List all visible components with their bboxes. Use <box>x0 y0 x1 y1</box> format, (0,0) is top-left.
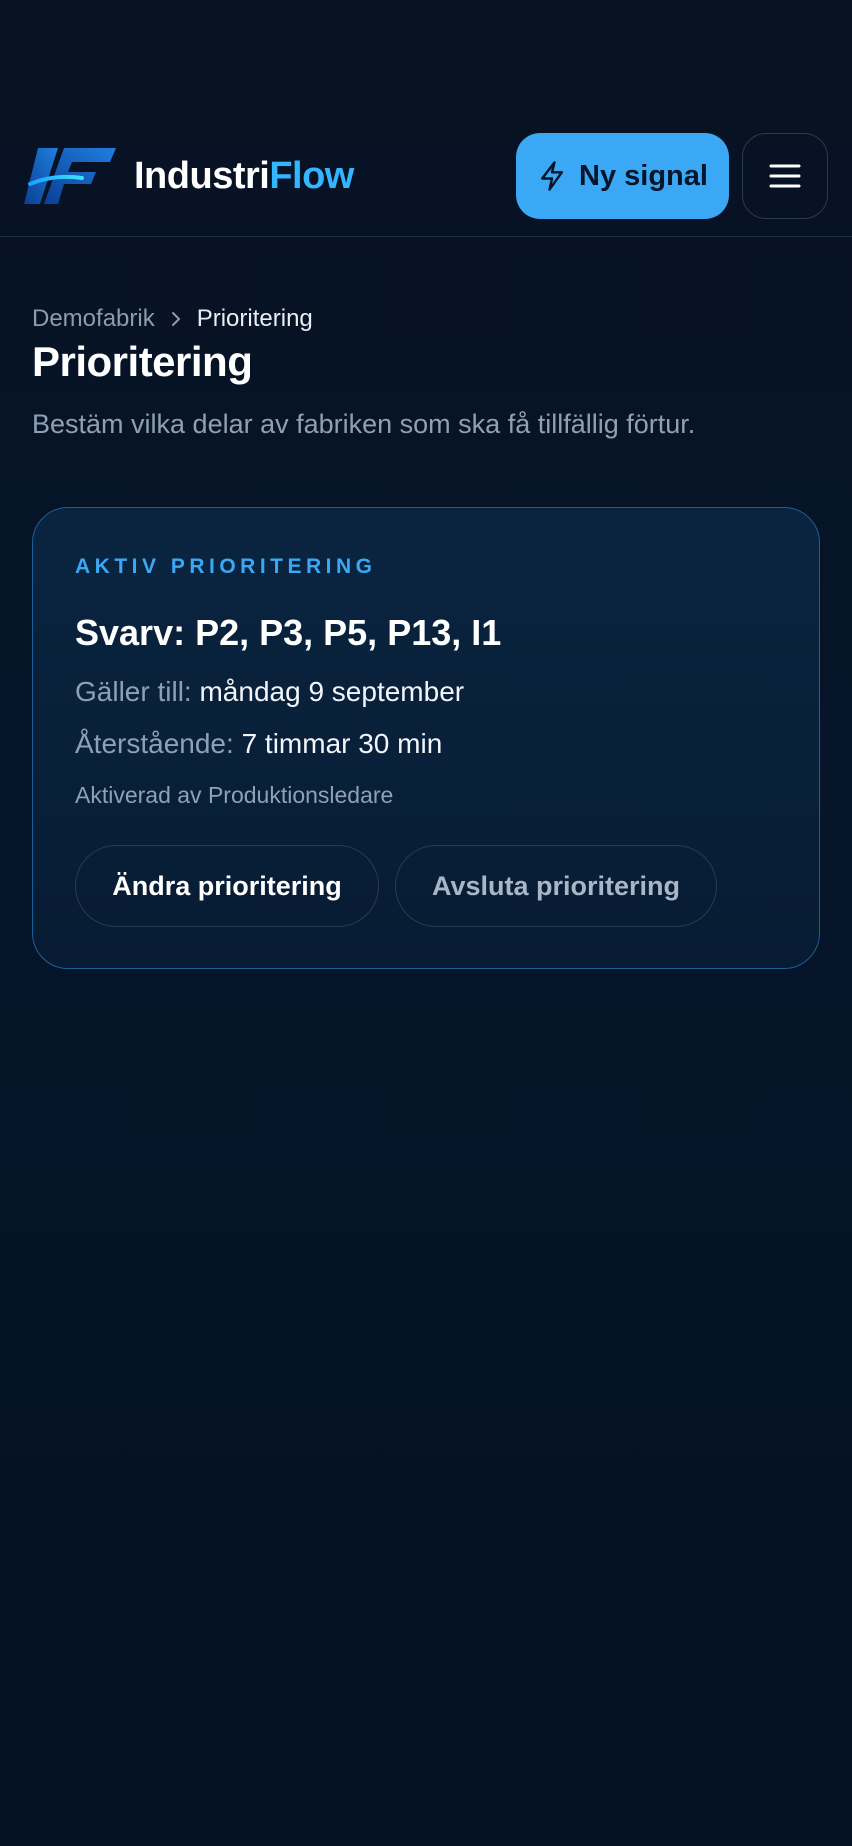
remaining-label: Återstående: <box>75 728 234 759</box>
page-title: Prioritering <box>32 338 253 385</box>
top-header: IndustriFlow Ny signal <box>0 0 852 237</box>
active-priority-card: AKTIV PRIORITERING Svarv: P2, P3, P5, P1… <box>32 507 820 969</box>
chevron-right-icon <box>171 311 181 327</box>
menu-button[interactable] <box>742 133 828 219</box>
new-signal-button[interactable]: Ny signal <box>516 133 729 219</box>
breadcrumb: Demofabrik Prioritering <box>32 305 313 333</box>
card-label: AKTIV PRIORITERING <box>75 555 377 578</box>
activated-by: Aktiverad av Produktionsledare <box>75 782 394 808</box>
valid-until-line: Gäller till: måndag 9 september <box>75 674 464 710</box>
breadcrumb-current: Prioritering <box>196 305 313 332</box>
logo-icon[interactable] <box>24 148 116 204</box>
breadcrumb-home-link[interactable]: Demofabrik <box>32 305 155 333</box>
page-subtitle: Bestäm vilka delar av fabriken som ska f… <box>32 409 696 439</box>
brand-name: IndustriFlow <box>134 153 354 199</box>
lightning-icon <box>537 160 567 192</box>
hamburger-menu-icon <box>769 164 801 188</box>
valid-until-label: Gäller till: <box>75 676 192 707</box>
change-priority-button[interactable]: Ändra prioritering <box>75 845 379 927</box>
new-signal-label: Ny signal <box>579 159 708 192</box>
brand-name-part2: Flow <box>269 155 354 197</box>
remaining-line: Återstående: 7 timmar 30 min <box>75 726 442 762</box>
brand-name-part1: Industri <box>134 155 270 197</box>
end-priority-button[interactable]: Avsluta prioritering <box>395 845 717 927</box>
remaining-value: 7 timmar 30 min <box>241 728 443 759</box>
priority-title: Svarv: P2, P3, P5, P13, I1 <box>75 612 502 653</box>
valid-until-value: måndag 9 september <box>199 676 465 707</box>
